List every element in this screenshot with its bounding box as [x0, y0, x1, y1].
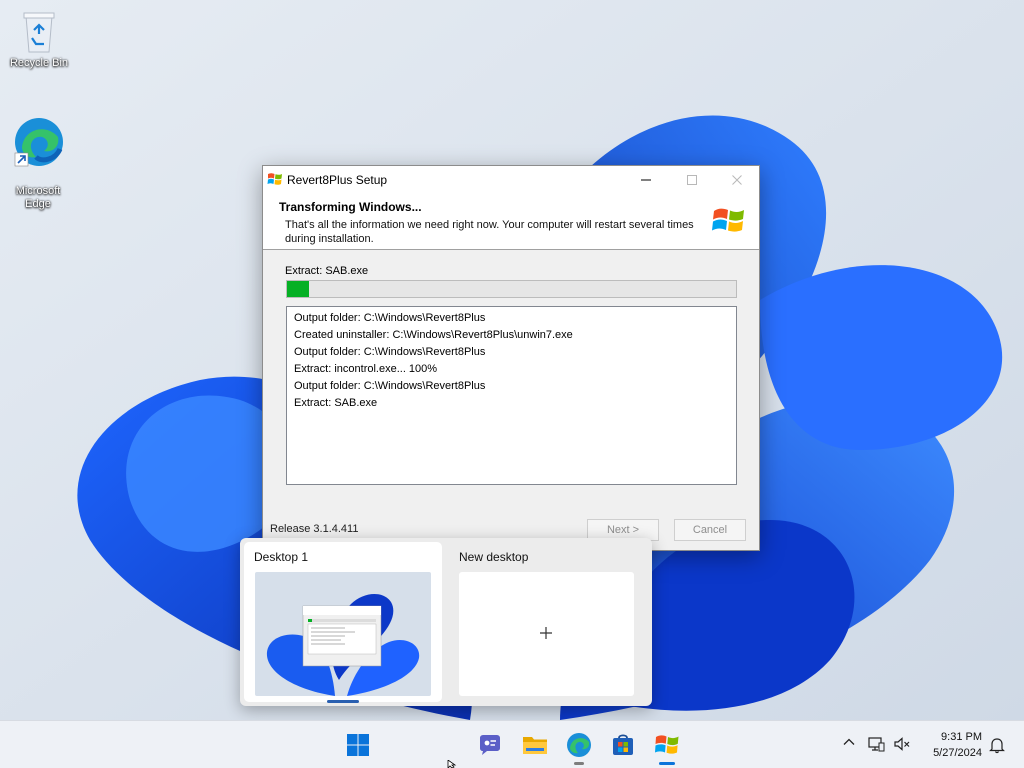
desktop-1-label: Desktop 1 [254, 550, 309, 564]
taskbar: 9:31 PM 5/27/2024 [0, 720, 1024, 768]
show-hidden-icons-chevron-icon[interactable] [842, 735, 856, 749]
log-line: Created uninstaller: C:\Windows\Revert8P… [294, 329, 573, 341]
minimize-icon [641, 179, 651, 181]
store-icon [613, 734, 633, 755]
windows-start-icon [347, 734, 369, 756]
revert8plus-icon [655, 735, 679, 754]
chat-button[interactable] [476, 731, 504, 759]
recycle-bin-label: Recycle Bin [9, 57, 69, 69]
header-description: That's all the information we need right… [285, 219, 694, 245]
close-icon [732, 175, 742, 185]
desktop-thumbnail-image [255, 572, 431, 696]
maximize-button[interactable] [669, 166, 715, 194]
system-clock[interactable]: 9:31 PM 5/27/2024 [906, 729, 982, 761]
edge-taskbar-button[interactable] [565, 731, 593, 765]
new-desktop-label: New desktop [459, 550, 529, 564]
windows-logo-icon [712, 208, 744, 232]
current-action-text: Extract: SAB.exe [285, 265, 369, 277]
clock-time: 9:31 PM [941, 731, 982, 743]
cancel-button[interactable]: Cancel [674, 519, 746, 541]
windows-flag-icon [267, 173, 282, 185]
active-desktop-indicator [327, 700, 359, 703]
running-indicator [574, 762, 584, 765]
clock-date: 5/27/2024 [933, 747, 982, 759]
maximize-icon [687, 175, 697, 185]
installer-window: Revert8Plus Setup Transforming Windows..… [262, 165, 760, 551]
file-explorer-icon [523, 737, 547, 754]
header-title: Transforming Windows... [279, 200, 422, 214]
title-bar[interactable]: Revert8Plus Setup [263, 166, 759, 194]
new-desktop-button[interactable] [459, 572, 634, 696]
chat-icon [480, 735, 500, 755]
recycle-bin-icon [23, 12, 55, 53]
start-button[interactable] [344, 731, 372, 759]
mouse-cursor-icon [447, 760, 457, 768]
installer-header: Transforming Windows... That's all the i… [263, 194, 759, 250]
task-view-panel: Desktop 1 New desktop [240, 538, 652, 706]
install-log[interactable]: Output folder: C:\Windows\Revert8Plus Cr… [286, 306, 737, 485]
edge-icon [567, 733, 591, 757]
network-icon[interactable] [867, 735, 885, 753]
file-explorer-button[interactable] [521, 731, 549, 759]
log-line: Output folder: C:\Windows\Revert8Plus [294, 346, 486, 358]
log-line: Extract: incontrol.exe... 100% [294, 363, 438, 375]
window-title: Revert8Plus Setup [287, 173, 388, 187]
log-line: Output folder: C:\Windows\Revert8Plus [294, 312, 486, 324]
desktop-icon-microsoft-edge[interactable]: Microsoft Edge [0, 104, 76, 211]
revert8plus-taskbar-button[interactable] [653, 731, 681, 765]
store-button[interactable] [609, 731, 637, 759]
notifications-icon[interactable] [988, 736, 1006, 754]
plus-icon [540, 627, 552, 639]
log-line: Output folder: C:\Windows\Revert8Plus [294, 380, 486, 392]
edge-label: Microsoft Edge [15, 185, 61, 210]
minimize-button[interactable] [623, 166, 669, 194]
release-version: Release 3.1.4.411 [270, 523, 359, 535]
close-button[interactable] [714, 166, 760, 194]
log-line: Extract: SAB.exe [294, 397, 378, 409]
edge-icon [14, 118, 63, 167]
desktop-1-thumbnail[interactable] [255, 572, 431, 696]
progress-fill [287, 281, 310, 297]
running-indicator [659, 762, 675, 765]
install-progress-bar [286, 280, 737, 298]
desktop-icon-recycle-bin[interactable]: Recycle Bin [1, 10, 77, 70]
